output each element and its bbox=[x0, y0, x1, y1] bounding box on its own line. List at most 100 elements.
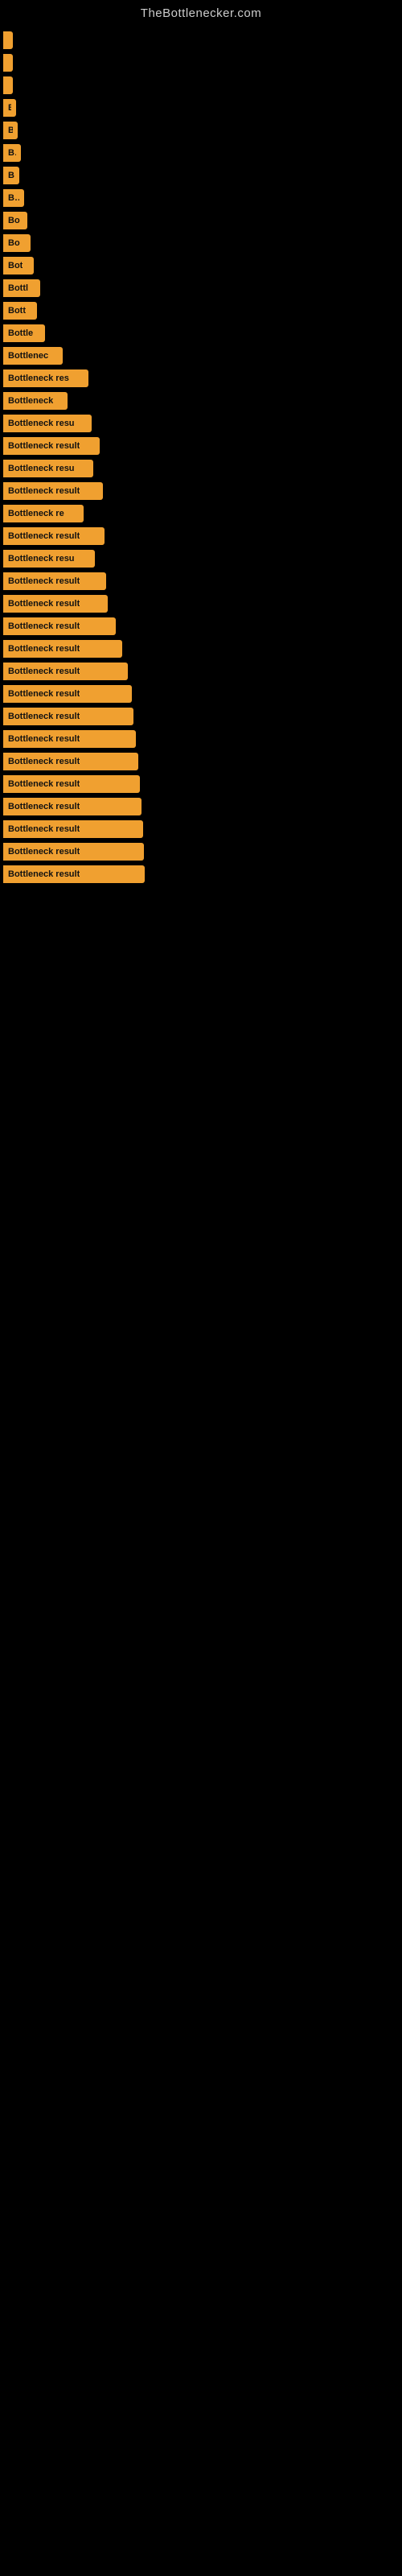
bar-row: Bottleneck resu bbox=[0, 550, 402, 568]
bar-row bbox=[0, 31, 402, 49]
bar-item: Bottleneck result bbox=[3, 595, 108, 613]
bar-item: Bottleneck result bbox=[3, 820, 143, 838]
bar-item: Bottleneck result bbox=[3, 527, 105, 545]
bar-label: Bot bbox=[8, 261, 23, 270]
bar-item: Bo bbox=[3, 189, 24, 207]
bar-row: Bo bbox=[0, 144, 402, 162]
bar-item: Bottleneck result bbox=[3, 843, 144, 861]
bar-item: Bo bbox=[3, 234, 31, 252]
bar-label: Bottleneck resu bbox=[8, 419, 75, 428]
bar-item: Bottleneck result bbox=[3, 663, 128, 680]
bar-label: Bo bbox=[8, 193, 19, 203]
bar-row: B bbox=[0, 99, 402, 117]
bar-label: Bottleneck resu bbox=[8, 554, 75, 564]
site-title: TheBottlenecker.com bbox=[0, 0, 402, 23]
bar-label: Bo bbox=[8, 148, 16, 158]
bar-row: Bottleneck result bbox=[0, 663, 402, 680]
bar-row: Bottle bbox=[0, 324, 402, 342]
bar-row bbox=[0, 54, 402, 72]
bar-item: Bottleneck res bbox=[3, 369, 88, 387]
bar-item bbox=[3, 76, 13, 94]
bar-item: Bottleneck result bbox=[3, 775, 140, 793]
bar-item bbox=[3, 54, 13, 72]
bar-item: Bo bbox=[3, 144, 21, 162]
bar-label: Bottleneck res bbox=[8, 374, 69, 383]
bar-label: Bottleneck result bbox=[8, 576, 80, 586]
bars-container: B B Bo B Bo Bo Bo Bot Bottl Bott Bottle Bottlenec Bo… bbox=[0, 23, 402, 883]
bar-row: Bottleneck re bbox=[0, 505, 402, 522]
bar-label: Bottleneck result bbox=[8, 757, 80, 766]
bar-label: Bottle bbox=[8, 328, 33, 338]
bar-label: Bottleneck result bbox=[8, 824, 80, 834]
bar-item: Bot bbox=[3, 257, 34, 275]
bar-row: Bottl bbox=[0, 279, 402, 297]
bar-label: B bbox=[8, 103, 11, 113]
bar-label: Bottleneck re bbox=[8, 509, 64, 518]
bar-item: Bottleneck result bbox=[3, 640, 122, 658]
bar-item: Bottleneck resu bbox=[3, 460, 93, 477]
bar-label: Bottlenec bbox=[8, 351, 48, 361]
bar-row: Bottleneck result bbox=[0, 843, 402, 861]
bar-row: Bott bbox=[0, 302, 402, 320]
bar-row: Bottleneck result bbox=[0, 527, 402, 545]
bar-label: Bo bbox=[8, 216, 20, 225]
bar-row: Bottleneck result bbox=[0, 820, 402, 838]
bar-item: Bottlenec bbox=[3, 347, 63, 365]
bar-label: Bottleneck result bbox=[8, 847, 80, 857]
bar-row: Bottleneck result bbox=[0, 775, 402, 793]
bar-item: Bottleneck result bbox=[3, 482, 103, 500]
bar-row: Bottleneck res bbox=[0, 369, 402, 387]
bar-label: Bottleneck result bbox=[8, 689, 80, 699]
bar-row: Bottlenec bbox=[0, 347, 402, 365]
bar-row: Bottleneck result bbox=[0, 572, 402, 590]
bar-item: Bottleneck re bbox=[3, 505, 84, 522]
bar-row: Bottleneck result bbox=[0, 708, 402, 725]
bar-label: Bottleneck result bbox=[8, 667, 80, 676]
bar-item: Bottleneck result bbox=[3, 437, 100, 455]
bar-item: Bottleneck result bbox=[3, 708, 133, 725]
bar-label: Bottl bbox=[8, 283, 28, 293]
bar-item: Bottleneck result bbox=[3, 572, 106, 590]
bar-row: B bbox=[0, 122, 402, 139]
bar-row: Bottleneck result bbox=[0, 640, 402, 658]
bar-row: Bottleneck bbox=[0, 392, 402, 410]
bar-item: Bottleneck result bbox=[3, 865, 145, 883]
bar-label: Bottleneck result bbox=[8, 802, 80, 811]
bar-item: Bottl bbox=[3, 279, 40, 297]
bar-item bbox=[3, 31, 13, 49]
bar-row: Bottleneck result bbox=[0, 595, 402, 613]
bar-row: Bottleneck result bbox=[0, 753, 402, 770]
bar-item: Bottleneck result bbox=[3, 685, 132, 703]
bar-item: Bottle bbox=[3, 324, 45, 342]
bar-item: Bottleneck result bbox=[3, 798, 142, 815]
bar-row: Bottleneck result bbox=[0, 482, 402, 500]
bar-label: Bott bbox=[8, 306, 26, 316]
bar-label: Bottleneck result bbox=[8, 734, 80, 744]
bar-row bbox=[0, 76, 402, 94]
bar-item: Bo bbox=[3, 212, 27, 229]
bar-item: Bottleneck resu bbox=[3, 415, 92, 432]
bar-label: Bottleneck result bbox=[8, 712, 80, 721]
bar-item: B bbox=[3, 167, 19, 184]
bar-row: Bottleneck result bbox=[0, 685, 402, 703]
bar-label: Bottleneck bbox=[8, 396, 53, 406]
bar-item: Bottleneck result bbox=[3, 617, 116, 635]
bar-item: Bottleneck resu bbox=[3, 550, 95, 568]
bar-row: Bottleneck result bbox=[0, 437, 402, 455]
bar-item: B bbox=[3, 122, 18, 139]
bar-label: Bottleneck result bbox=[8, 486, 80, 496]
bar-label: Bottleneck result bbox=[8, 779, 80, 789]
bar-label: B bbox=[8, 126, 13, 135]
bar-row: Bottleneck result bbox=[0, 798, 402, 815]
bar-row: Bottleneck result bbox=[0, 730, 402, 748]
bar-label: Bottleneck result bbox=[8, 441, 80, 451]
bar-label: Bottleneck result bbox=[8, 869, 80, 879]
bar-item: Bottleneck bbox=[3, 392, 68, 410]
bar-row: Bottleneck result bbox=[0, 865, 402, 883]
bar-label: B bbox=[8, 171, 14, 180]
bar-row: Bo bbox=[0, 234, 402, 252]
bar-row: Bot bbox=[0, 257, 402, 275]
bar-item: Bott bbox=[3, 302, 37, 320]
bar-row: Bo bbox=[0, 212, 402, 229]
bar-row: Bottleneck resu bbox=[0, 415, 402, 432]
